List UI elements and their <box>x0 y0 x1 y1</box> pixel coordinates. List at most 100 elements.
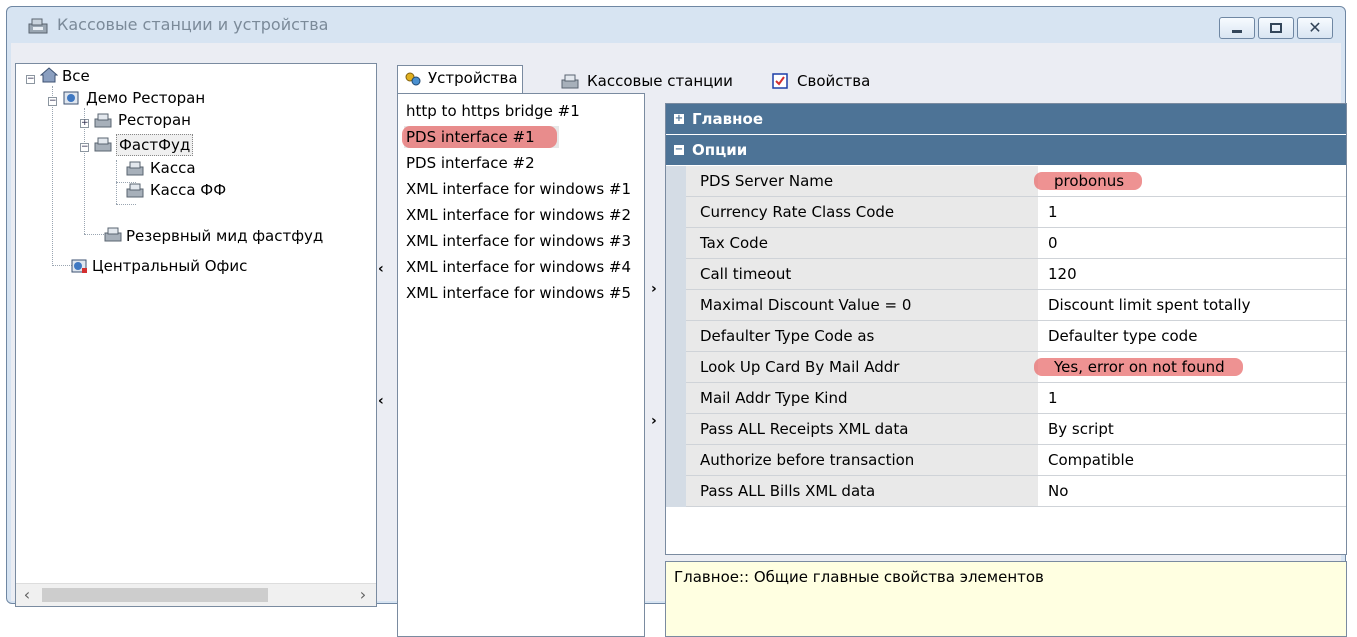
cash-register-icon <box>94 137 112 152</box>
property-grid[interactable]: + Главное − Опции PDS Server Name probonu… <box>665 103 1347 555</box>
tab-properties-label: Свойства <box>797 72 871 90</box>
device-list[interactable]: http to https bridge #1 PDS interface #1… <box>397 93 645 637</box>
tree-node-demo-restaurant[interactable]: Демо Ресторан <box>86 88 205 108</box>
property-row[interactable]: Tax Code 0 <box>666 228 1346 259</box>
property-name: Call timeout <box>686 259 1038 289</box>
property-value[interactable]: probonus <box>1034 166 1346 196</box>
scrollbar-thumb[interactable] <box>42 588 268 602</box>
tree-node-central-office[interactable]: Центральный Офис <box>92 256 247 276</box>
tree-node-restaurant[interactable]: Ресторан <box>118 110 191 130</box>
property-value[interactable]: 1 <box>1042 197 1346 227</box>
tree-node-fastfood[interactable]: ФастФуд <box>116 134 194 156</box>
property-value[interactable]: Discount limit spent totally <box>1042 290 1346 320</box>
collapse-icon[interactable]: − <box>48 97 57 106</box>
cash-register-icon <box>28 18 48 34</box>
tree-horizontal-scrollbar[interactable]: ‹ › <box>16 583 376 606</box>
collapse-icon[interactable]: − <box>80 143 89 152</box>
minimize-icon <box>1232 30 1242 33</box>
row-gutter <box>666 259 686 290</box>
property-row[interactable]: Call timeout 120 <box>666 259 1346 290</box>
property-name: Pass ALL Receipts XML data <box>686 414 1038 444</box>
house-icon <box>40 67 58 83</box>
property-row[interactable]: Defaulter Type Code as Defaulter type cod… <box>666 321 1346 352</box>
tab-cash-stations[interactable]: Кассовые станции <box>561 69 733 93</box>
row-gutter <box>666 290 686 321</box>
row-gutter <box>666 228 686 259</box>
property-row[interactable]: Currency Rate Class Code 1 <box>666 197 1346 228</box>
title-bar[interactable]: Кассовые станции и устройства ✕ <box>7 7 1345 43</box>
property-name: Currency Rate Class Code <box>686 197 1038 227</box>
list-item[interactable]: XML interface for windows #3 <box>406 230 631 252</box>
property-row[interactable]: Pass ALL Receipts XML data By script <box>666 414 1346 445</box>
property-value[interactable]: 1 <box>1042 383 1346 413</box>
collapse-right-icon[interactable]: › <box>651 281 657 297</box>
list-item[interactable]: XML interface for windows #4 <box>406 256 631 278</box>
close-button[interactable]: ✕ <box>1297 17 1333 39</box>
scroll-right-icon[interactable]: › <box>352 585 374 605</box>
expand-icon[interactable]: + <box>674 114 684 124</box>
checklist-icon <box>772 73 788 89</box>
tab-devices[interactable]: Устройства <box>397 65 523 93</box>
property-value[interactable]: Yes, error on not found <box>1034 352 1346 382</box>
list-splitter[interactable]: › › <box>651 273 659 473</box>
list-item[interactable]: PDS interface #2 <box>406 152 535 174</box>
collapse-right-icon[interactable]: › <box>651 413 657 429</box>
collapse-left-icon[interactable]: ‹ <box>378 393 384 409</box>
tree-line <box>52 86 53 266</box>
property-value[interactable]: 0 <box>1042 228 1346 258</box>
category-main[interactable]: + Главное <box>666 104 1346 134</box>
row-gutter <box>666 166 686 197</box>
property-name: Maximal Discount Value = 0 <box>686 290 1038 320</box>
tab-devices-label: Устройства <box>428 69 518 87</box>
property-name: Pass ALL Bills XML data <box>686 476 1038 506</box>
globe-icon <box>63 91 79 105</box>
list-item[interactable]: XML interface for windows #5 <box>406 282 631 304</box>
property-value[interactable]: By script <box>1042 414 1346 444</box>
property-value[interactable]: Defaulter type code <box>1042 321 1346 351</box>
list-item[interactable]: http to https bridge #1 <box>406 100 580 122</box>
tab-properties[interactable]: Свойства <box>771 69 870 93</box>
collapse-left-icon[interactable]: ‹ <box>378 261 384 277</box>
row-gutter <box>666 321 686 352</box>
cash-register-icon <box>561 74 579 89</box>
tree-node-all[interactable]: Все <box>62 66 90 86</box>
tree-node-reserve-mid[interactable]: Резервный мид фастфуд <box>126 226 323 246</box>
property-value-text: probonus <box>1034 172 1143 190</box>
property-value[interactable]: No <box>1042 476 1346 506</box>
list-item-selected[interactable]: PDS interface #1 <box>402 126 559 148</box>
category-options[interactable]: − Опции <box>666 135 1346 165</box>
cash-register-icon <box>94 113 112 128</box>
collapse-icon[interactable]: − <box>674 145 684 155</box>
property-row[interactable]: Authorize before transaction Compatible <box>666 445 1346 476</box>
property-value[interactable]: 120 <box>1042 259 1346 289</box>
tree-node-kassa[interactable]: Касса <box>150 158 196 178</box>
scroll-left-icon[interactable]: ‹ <box>16 585 38 605</box>
list-item[interactable]: XML interface for windows #2 <box>406 204 631 226</box>
property-name: PDS Server Name <box>686 166 1038 196</box>
tree-splitter[interactable]: ‹ ‹ <box>378 253 386 453</box>
property-name: Authorize before transaction <box>686 445 1038 475</box>
list-item[interactable]: XML interface for windows #1 <box>406 178 631 200</box>
row-gutter <box>666 445 686 476</box>
property-row[interactable]: Look Up Card By Mail Addr Yes, error on n… <box>666 352 1346 383</box>
row-gutter <box>666 352 686 383</box>
property-row[interactable]: Mail Addr Type Kind 1 <box>666 383 1346 414</box>
collapse-icon[interactable]: − <box>26 75 35 84</box>
maximize-button[interactable] <box>1258 17 1294 39</box>
property-row[interactable]: PDS Server Name probonus <box>666 166 1346 197</box>
property-name: Look Up Card By Mail Addr <box>686 352 1038 382</box>
selected-device-label: PDS interface #1 <box>402 126 557 148</box>
tree-line <box>84 234 104 235</box>
row-gutter <box>666 414 686 445</box>
tree-node-kassa-ff[interactable]: Касса ФФ <box>150 180 226 200</box>
tab-cash-stations-label: Кассовые станции <box>587 72 733 90</box>
maximize-icon <box>1270 23 1282 33</box>
property-value[interactable]: Compatible <box>1042 445 1346 475</box>
property-name: Mail Addr Type Kind <box>686 383 1038 413</box>
expand-icon[interactable]: + <box>80 119 89 128</box>
location-tree[interactable]: − Все − Демо Ресторан + Ресторан − ФастФ… <box>15 63 377 607</box>
cash-register-icon <box>104 227 122 242</box>
property-row[interactable]: Pass ALL Bills XML data No <box>666 476 1346 507</box>
minimize-button[interactable] <box>1219 17 1255 39</box>
property-row[interactable]: Maximal Discount Value = 0 Discount limit… <box>666 290 1346 321</box>
